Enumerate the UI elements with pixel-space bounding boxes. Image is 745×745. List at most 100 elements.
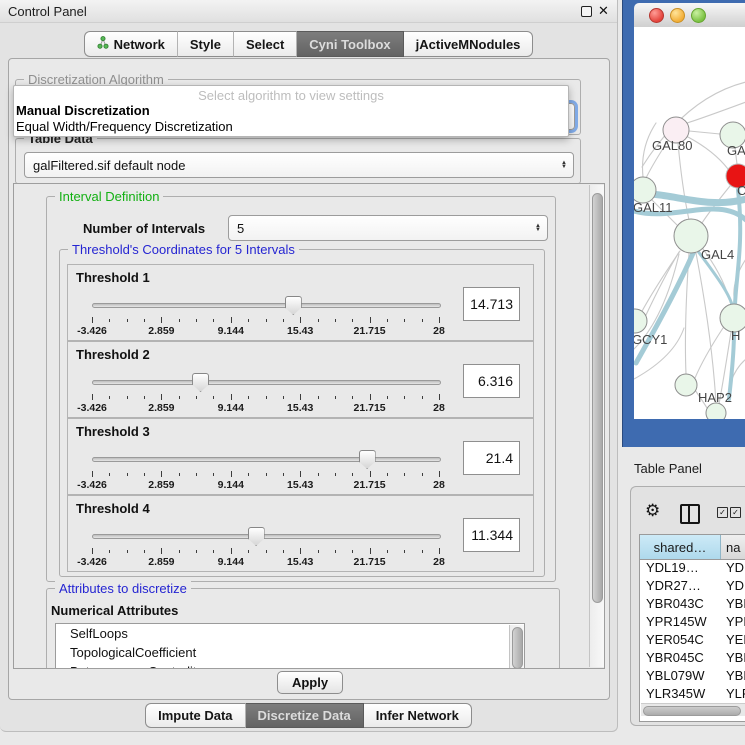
table-horizontal-scrollbar[interactable]: [641, 703, 745, 716]
major-tick: [370, 548, 371, 554]
table-cell-shared-name: YDL19…: [640, 560, 721, 578]
tab-impute-data[interactable]: Impute Data: [145, 703, 245, 728]
minor-tick: [179, 473, 180, 476]
float-window-icon[interactable]: [581, 6, 592, 17]
threshold-slider[interactable]: -3.4262.8599.14415.4321.71528: [88, 370, 444, 416]
tab-jactivemnodules[interactable]: jActiveMNodules: [404, 31, 534, 57]
threshold-row: Threshold 3-3.4262.8599.14415.4321.71528…: [67, 418, 534, 495]
network-node[interactable]: [706, 403, 726, 419]
column-layout-icon[interactable]: [680, 504, 700, 524]
tick-label: -3.426: [77, 325, 107, 337]
network-canvas[interactable]: GAL80GACGAL11GAL4HGCY1HAP2: [634, 27, 745, 419]
table-row[interactable]: YBR045CYBR0: [640, 650, 745, 668]
slider-handle[interactable]: [359, 450, 376, 469]
interval-definition-group: Interval Definition Number of Intervals …: [46, 196, 556, 582]
checkbox-icon[interactable]: ✓: [717, 507, 728, 518]
table-body: YDL19…YDL1YDR27…YDR2YBR043CYBR0YPR145WYP…: [640, 560, 745, 722]
table-row[interactable]: YDR27…YDR2: [640, 578, 745, 596]
minor-tick: [335, 550, 336, 553]
slider-track[interactable]: [92, 457, 441, 462]
table-row[interactable]: YBL079WYBL0: [640, 668, 745, 686]
threshold-label: Threshold 2: [76, 347, 150, 362]
network-node-label: H: [731, 328, 740, 343]
table-header-cell[interactable]: shared…: [640, 535, 721, 559]
threshold-value-field[interactable]: 11.344: [463, 518, 520, 552]
minor-tick: [283, 473, 284, 476]
combo-arrows-icon: ▲▼: [561, 161, 573, 170]
major-tick: [231, 471, 232, 477]
minor-tick: [213, 473, 214, 476]
attributes-list-scrollbar[interactable]: [509, 625, 524, 669]
threshold-value-field[interactable]: 6.316: [463, 364, 520, 398]
number-of-intervals-label: Number of Intervals: [83, 221, 205, 236]
algorithm-option-equal-width[interactable]: Equal Width/Frequency Discretization: [14, 119, 568, 135]
tab-select[interactable]: Select: [234, 31, 297, 57]
tab-cyni-toolbox[interactable]: Cyni Toolbox: [297, 31, 403, 57]
attribute-list-item[interactable]: TopologicalCoefficient: [56, 643, 524, 662]
table-horizontal-scrollbar-thumb[interactable]: [643, 706, 741, 716]
threshold-slider[interactable]: -3.4262.8599.14415.4321.71528: [88, 524, 444, 570]
minor-tick: [283, 319, 284, 322]
settings-scrollbar[interactable]: [589, 185, 604, 667]
attribute-list-item[interactable]: BetweennessCentrality: [56, 662, 524, 669]
slider-handle[interactable]: [248, 527, 265, 546]
tab-discretize-data[interactable]: Discretize Data: [246, 703, 364, 728]
tab-label: Cyni Toolbox: [309, 37, 390, 52]
minor-tick: [109, 396, 110, 399]
minimize-traffic-light-icon[interactable]: [670, 8, 685, 23]
tab-network[interactable]: Network: [84, 31, 178, 57]
minor-tick: [318, 319, 319, 322]
attribute-list-item[interactable]: SelfLoops: [56, 624, 524, 643]
minor-tick: [144, 473, 145, 476]
number-of-intervals-value: 5: [229, 221, 244, 236]
attributes-list-scrollbar-thumb[interactable]: [512, 627, 523, 669]
algorithm-popup-hint: Select algorithm to view settings: [14, 86, 568, 103]
threshold-slider[interactable]: -3.4262.8599.14415.4321.71528: [88, 447, 444, 493]
table-row[interactable]: YBR043CYBR0: [640, 596, 745, 614]
table-header-cell[interactable]: na: [721, 535, 745, 559]
table-row[interactable]: YPR145WYPR1: [640, 614, 745, 632]
tick-label: 21.715: [354, 556, 386, 568]
slider-track[interactable]: [92, 534, 441, 539]
numerical-attributes-list[interactable]: SelfLoopsTopologicalCoefficientBetweenne…: [55, 623, 525, 669]
network-node[interactable]: [634, 309, 647, 333]
minor-tick: [422, 319, 423, 322]
checkbox-icon[interactable]: ✓: [730, 507, 741, 518]
zoom-traffic-light-icon[interactable]: [691, 8, 706, 23]
minor-tick: [196, 396, 197, 399]
slider-handle[interactable]: [192, 373, 209, 392]
slider-track[interactable]: [92, 380, 441, 385]
table-row[interactable]: YLR345WYLR3: [640, 686, 745, 704]
close-icon[interactable]: ✕: [598, 3, 609, 19]
tick-label: 28: [433, 325, 445, 337]
table-row[interactable]: YER054CYER0: [640, 632, 745, 650]
minor-tick: [127, 396, 128, 399]
bottom-tab-bar: Impute Data Discretize DataInfer Network: [0, 703, 617, 728]
threshold-slider[interactable]: -3.4262.8599.14415.4321.71528: [88, 293, 444, 339]
control-panel-window: Control Panel ✕ NetworkStyleSelectCyni T…: [0, 0, 618, 732]
table-data-combobox[interactable]: galFiltered.sif default node ▲▼: [24, 152, 574, 178]
number-of-intervals-combobox[interactable]: 5 ▲▼: [228, 215, 548, 241]
tab-style[interactable]: Style: [178, 31, 234, 57]
threshold-value-field[interactable]: 21.4: [463, 441, 520, 475]
close-traffic-light-icon[interactable]: [649, 8, 664, 23]
slider-handle[interactable]: [285, 296, 302, 315]
network-node[interactable]: [675, 374, 697, 396]
table-panel-window: ⚙ ✓ ✓ shared…na YDL19…YDL1YDR27…YDR2YBR0…: [630, 486, 745, 726]
threshold-label: Threshold 4: [76, 501, 150, 516]
tick-label: -3.426: [77, 479, 107, 491]
tab-infer-network[interactable]: Infer Network: [364, 703, 472, 728]
algorithm-option-manual[interactable]: Manual Discretization: [14, 103, 568, 119]
threshold-value-field[interactable]: 14.713: [463, 287, 520, 321]
network-node-label: GA: [727, 143, 745, 158]
tab-label: Impute Data: [158, 708, 232, 723]
minor-tick: [283, 550, 284, 553]
major-tick: [92, 471, 93, 477]
minor-tick: [352, 396, 353, 399]
tick-label: 9.144: [218, 479, 244, 491]
gear-icon[interactable]: ⚙: [645, 501, 660, 521]
apply-button[interactable]: Apply: [277, 671, 343, 694]
table-row[interactable]: YDL19…YDL1: [640, 560, 745, 578]
slider-track[interactable]: [92, 303, 441, 308]
settings-scrollbar-thumb[interactable]: [592, 193, 603, 603]
